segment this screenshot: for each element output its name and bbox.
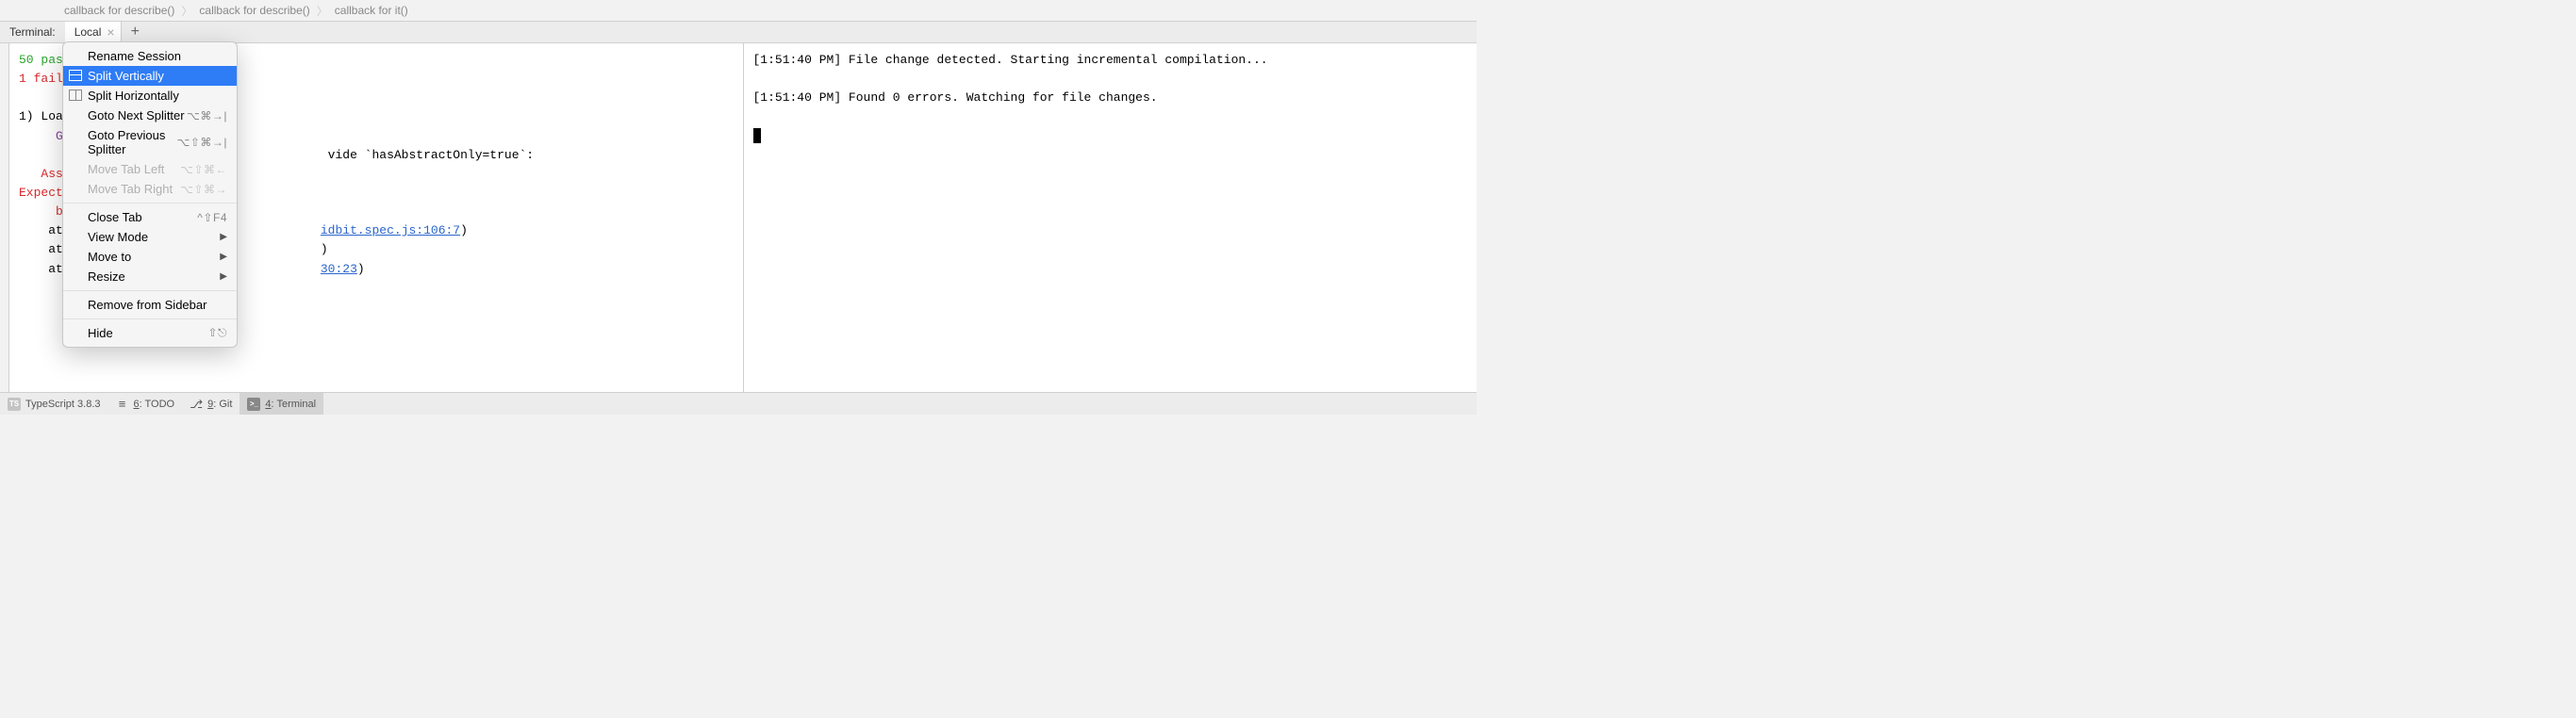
menu-goto-previous-splitter[interactable]: Goto Previous Splitter ⌥⇧⌘→| — [63, 125, 237, 159]
status-todo[interactable]: 6: TODO — [108, 393, 183, 415]
chevron-right-icon: ▶ — [220, 252, 227, 262]
menu-goto-next-splitter[interactable]: Goto Next Splitter ⌥⌘→| — [63, 106, 237, 125]
chevron-right-icon: 〉 — [314, 3, 331, 19]
breadcrumb-item[interactable]: callback for describe() — [195, 4, 313, 17]
tab-label: Local — [74, 25, 102, 39]
terminal-tab-local[interactable]: Local × — [65, 22, 122, 42]
menu-close-tab[interactable]: Close Tab ^⇧F4 — [63, 207, 237, 227]
breadcrumb-item[interactable]: callback for describe() — [60, 4, 178, 17]
add-tab-button[interactable]: + — [122, 24, 149, 41]
chevron-right-icon: ▶ — [220, 232, 227, 242]
status-terminal[interactable]: >_ 4: Terminal — [239, 393, 323, 415]
status-typescript[interactable]: TS TypeScript 3.8.3 — [0, 393, 108, 415]
file-link[interactable]: 30:23 — [321, 262, 357, 276]
terminal-tab-bar: Terminal: Local × + — [0, 21, 1477, 43]
file-link[interactable]: idbit.spec.js:106:7 — [321, 223, 460, 237]
close-icon[interactable]: × — [107, 24, 114, 40]
menu-hide[interactable]: Hide ⇧⎋ — [63, 323, 237, 343]
menu-split-vertically[interactable]: Split Vertically — [63, 66, 237, 86]
cursor-icon — [753, 128, 761, 143]
menu-move-to[interactable]: Move to ▶ — [63, 247, 237, 267]
log-line: [1:51:40 PM] Found 0 errors. Watching fo… — [753, 90, 1158, 105]
menu-remove-from-sidebar[interactable]: Remove from Sidebar — [63, 295, 237, 315]
list-icon — [116, 398, 129, 411]
menu-split-horizontally[interactable]: Split Horizontally — [63, 86, 237, 106]
git-branch-icon — [190, 398, 203, 411]
when-text: vide `hasAbstractOnly=true`: — [328, 148, 534, 162]
terminal-pane-right[interactable]: [1:51:40 PM] File change detected. Start… — [744, 43, 1478, 392]
typescript-icon: TS — [8, 398, 21, 411]
side-gutter[interactable] — [0, 43, 9, 392]
split-vertical-icon — [69, 70, 82, 83]
status-git[interactable]: 9: Git — [182, 393, 239, 415]
menu-separator — [63, 318, 237, 319]
chevron-right-icon: 〉 — [178, 3, 195, 19]
breadcrumb-item[interactable]: callback for it() — [331, 4, 412, 17]
status-bar: TS TypeScript 3.8.3 6: TODO 9: Git >_ 4:… — [0, 392, 1477, 415]
chevron-right-icon: ▶ — [220, 271, 227, 282]
menu-move-tab-left: Move Tab Left ⌥⇧⌘← — [63, 159, 237, 179]
tab-context-menu: Rename Session Split Vertically Split Ho… — [62, 41, 238, 348]
breadcrumb: callback for describe() 〉 callback for d… — [0, 0, 1477, 21]
menu-separator — [63, 290, 237, 291]
terminal-label: Terminal: — [0, 25, 65, 39]
menu-move-tab-right: Move Tab Right ⌥⇧⌘→ — [63, 179, 237, 199]
menu-rename-session[interactable]: Rename Session — [63, 46, 237, 66]
menu-separator — [63, 203, 237, 204]
terminal-icon: >_ — [247, 398, 260, 411]
menu-resize[interactable]: Resize ▶ — [63, 267, 237, 286]
log-line: [1:51:40 PM] File change detected. Start… — [753, 53, 1268, 67]
split-horizontal-icon — [69, 90, 82, 103]
menu-view-mode[interactable]: View Mode ▶ — [63, 227, 237, 247]
